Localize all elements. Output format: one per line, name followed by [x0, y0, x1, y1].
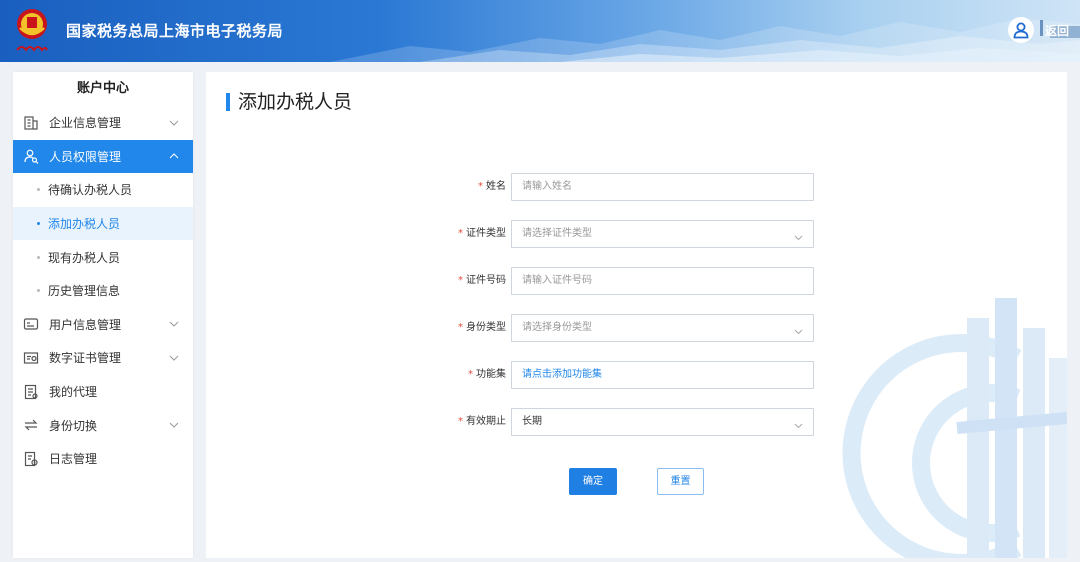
- select-placeholder: 请选择证件类型: [522, 228, 592, 239]
- certificate-icon: [23, 350, 39, 366]
- input-placeholder: 请输入姓名: [522, 181, 572, 192]
- sidebar-item-enterprise-info[interactable]: 企业信息管理: [13, 106, 193, 140]
- bullet-dot: [37, 222, 40, 226]
- identity-type-select[interactable]: 请选择身份类型: [511, 314, 814, 342]
- sidebar-item-label: 日志管理: [49, 452, 98, 467]
- log-icon: [23, 451, 39, 467]
- sidebar-item-log-management[interactable]: 日志管理: [13, 442, 193, 476]
- name-input[interactable]: 请输入姓名: [511, 173, 814, 201]
- back-link[interactable]: 返回: [1045, 22, 1069, 39]
- id-card-icon: [23, 316, 39, 332]
- function-set-field[interactable]: 请点击添加功能集: [511, 361, 814, 389]
- sidebar-item-label: 我的代理: [49, 385, 98, 400]
- user-search-icon: [23, 148, 39, 165]
- form-label: * 功能集: [468, 369, 506, 380]
- select-value: 长期: [522, 416, 542, 427]
- sidebar-item-personnel-permissions[interactable]: 人员权限管理: [13, 139, 193, 174]
- required-mark: *: [468, 369, 473, 380]
- building-icon: [23, 115, 39, 131]
- required-mark: *: [458, 322, 463, 333]
- form-row-id-number: * 证件号码 请输入证件号码: [206, 267, 1067, 295]
- required-mark: *: [458, 228, 463, 239]
- chevron-down-icon: [169, 408, 179, 442]
- bullet-dot: [37, 289, 40, 293]
- chevron-down-icon: [169, 106, 179, 140]
- form-row-name: * 姓名 请输入姓名: [206, 173, 1067, 201]
- chevron-down-icon: [794, 230, 803, 244]
- sidebar-subitem-label: 历史管理信息: [48, 284, 121, 299]
- confirm-button[interactable]: 确定: [569, 468, 617, 495]
- form-label: * 有效期止: [458, 416, 506, 427]
- sidebar-item-label: 人员权限管理: [49, 149, 122, 164]
- sidebar-subitem-label: 现有办税人员: [48, 250, 121, 265]
- sidebar-subitem-add-staff[interactable]: 添加办税人员: [13, 206, 193, 241]
- sidebar-item-label: 身份切换: [49, 418, 98, 433]
- id-number-input[interactable]: 请输入证件号码: [511, 267, 814, 295]
- form-row-identity-type: * 身份类型 请选择身份类型: [206, 314, 1067, 342]
- sidebar-subitem-label: 添加办税人员: [48, 217, 121, 232]
- required-mark: *: [458, 275, 463, 286]
- sidebar-item-label: 企业信息管理: [49, 116, 122, 131]
- chevron-down-icon: [169, 308, 179, 342]
- sidebar-item-digital-cert[interactable]: 数字证书管理: [13, 341, 193, 375]
- sidebar-subitem-pending-staff[interactable]: 待确认办税人员: [13, 173, 193, 207]
- main-panel: 添加办税人员 * 姓名 请输入姓名 * 证件类型 请选择证件类型 * 证件号码 请输入…: [206, 72, 1067, 558]
- sidebar: 账户中心 企业信息管理 人员权限管理 待确认办税人员 添加办税人员 现有办税人员…: [13, 72, 193, 558]
- switch-icon: [23, 417, 39, 433]
- valid-until-select[interactable]: 长期: [511, 408, 814, 436]
- bullet-dot: [37, 255, 40, 259]
- site-title: 国家税务总局上海市电子税务局: [66, 22, 284, 40]
- chevron-up-icon: [169, 140, 179, 174]
- form-label: * 姓名: [478, 181, 506, 192]
- form-row-function-set: * 功能集 请点击添加功能集: [206, 361, 1067, 389]
- input-placeholder: 请输入证件号码: [522, 275, 592, 286]
- form-row-id-type: * 证件类型 请选择证件类型: [206, 220, 1067, 248]
- id-type-select[interactable]: 请选择证件类型: [511, 220, 814, 248]
- sidebar-item-label: 用户信息管理: [49, 317, 122, 332]
- bullet-dot: [37, 188, 40, 192]
- sidebar-item-my-agency[interactable]: 我的代理: [13, 375, 193, 409]
- sidebar-subitem-history[interactable]: 历史管理信息: [13, 274, 193, 308]
- form-label: * 身份类型: [458, 322, 506, 333]
- tax-emblem-icon: [14, 6, 50, 56]
- sidebar-title: 账户中心: [76, 81, 129, 96]
- select-placeholder: 请选择身份类型: [522, 322, 592, 333]
- reset-button[interactable]: 重置: [657, 468, 704, 495]
- sidebar-item-label: 数字证书管理: [49, 351, 122, 366]
- sidebar-subitem-current-staff[interactable]: 现有办税人员: [13, 240, 193, 274]
- sidebar-item-identity-switch[interactable]: 身份切换: [13, 408, 193, 442]
- user-avatar-icon[interactable]: [1008, 17, 1034, 43]
- sidebar-item-user-info[interactable]: 用户信息管理: [13, 308, 193, 342]
- form-label: * 证件类型: [458, 228, 506, 239]
- form-row-valid-until: * 有效期止 长期: [206, 408, 1067, 436]
- sidebar-subitem-label: 待确认办税人员: [48, 183, 133, 198]
- required-mark: *: [458, 416, 463, 427]
- page-title: 添加办税人员: [226, 90, 352, 114]
- document-icon: [23, 384, 39, 400]
- form-label: * 证件号码: [458, 275, 506, 286]
- chevron-down-icon: [794, 324, 803, 338]
- top-header: 国家税务总局上海市电子税务局 返回: [0, 0, 1080, 62]
- chevron-down-icon: [169, 341, 179, 375]
- add-function-set-link[interactable]: 请点击添加功能集: [522, 362, 602, 388]
- chevron-down-icon: [794, 418, 803, 432]
- required-mark: *: [478, 181, 483, 192]
